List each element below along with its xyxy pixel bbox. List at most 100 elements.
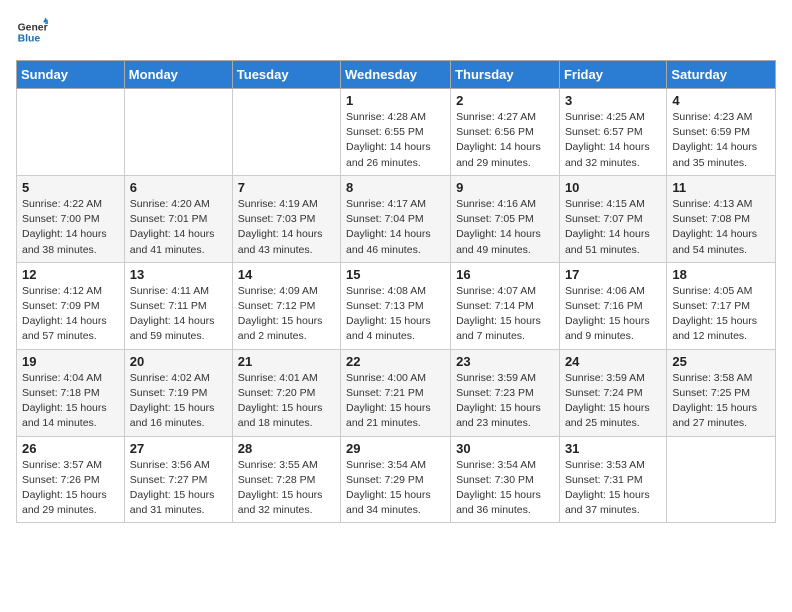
- day-number: 1: [346, 93, 445, 108]
- day-info: Sunrise: 4:17 AM Sunset: 7:04 PM Dayligh…: [346, 197, 445, 258]
- day-number: 7: [238, 180, 335, 195]
- day-info: Sunrise: 4:09 AM Sunset: 7:12 PM Dayligh…: [238, 284, 335, 345]
- day-number: 3: [565, 93, 661, 108]
- day-number: 11: [672, 180, 770, 195]
- calendar-cell: 23Sunrise: 3:59 AM Sunset: 7:23 PM Dayli…: [451, 349, 560, 436]
- day-info: Sunrise: 3:54 AM Sunset: 7:30 PM Dayligh…: [456, 458, 554, 519]
- calendar-cell: 24 Sunrise: 3:59 AM Sunset: 7:24 PM Dayli…: [559, 349, 666, 436]
- calendar-cell: 18Sunrise: 4:05 AM Sunset: 7:17 PM Dayli…: [667, 262, 776, 349]
- calendar-cell: 8 Sunrise: 4:17 AM Sunset: 7:04 PM Daylig…: [341, 175, 451, 262]
- day-info: Sunrise: 4:15 AM Sunset: 7:07 PM Dayligh…: [565, 197, 661, 258]
- calendar-cell: 27 Sunrise: 3:56 AM Sunset: 7:27 PM Dayli…: [124, 436, 232, 523]
- calendar-cell: 13 Sunrise: 4:11 AM Sunset: 7:11 PM Dayli…: [124, 262, 232, 349]
- calendar-cell: [232, 89, 340, 176]
- calendar-cell: [667, 436, 776, 523]
- day-number: 16: [456, 267, 554, 282]
- day-info: Sunrise: 3:58 AM Sunset: 7:25 PM Dayligh…: [672, 371, 770, 432]
- day-number: 6: [130, 180, 227, 195]
- calendar-cell: 16Sunrise: 4:07 AM Sunset: 7:14 PM Dayli…: [451, 262, 560, 349]
- calendar-cell: 7 Sunrise: 4:19 AM Sunset: 7:03 PM Daylig…: [232, 175, 340, 262]
- day-info: Sunrise: 4:06 AM Sunset: 7:16 PM Dayligh…: [565, 284, 661, 345]
- calendar-cell: 14Sunrise: 4:09 AM Sunset: 7:12 PM Dayli…: [232, 262, 340, 349]
- day-info: Sunrise: 4:00 AM Sunset: 7:21 PM Dayligh…: [346, 371, 445, 432]
- day-info: Sunrise: 3:59 AM Sunset: 7:24 PM Dayligh…: [565, 371, 661, 432]
- day-info: Sunrise: 4:22 AM Sunset: 7:00 PM Dayligh…: [22, 197, 119, 258]
- calendar-cell: 20 Sunrise: 4:02 AM Sunset: 7:19 PM Dayli…: [124, 349, 232, 436]
- logo: General Blue: [16, 16, 52, 48]
- svg-text:Blue: Blue: [18, 34, 41, 45]
- day-number: 8: [346, 180, 445, 195]
- day-info: Sunrise: 3:56 AM Sunset: 7:27 PM Dayligh…: [130, 458, 227, 519]
- column-header-friday: Friday: [559, 61, 666, 89]
- day-info: Sunrise: 4:28 AM Sunset: 6:55 PM Dayligh…: [346, 110, 445, 171]
- column-header-saturday: Saturday: [667, 61, 776, 89]
- calendar-cell: 21 Sunrise: 4:01 AM Sunset: 7:20 PM Dayli…: [232, 349, 340, 436]
- day-info: Sunrise: 4:13 AM Sunset: 7:08 PM Dayligh…: [672, 197, 770, 258]
- day-number: 13: [130, 267, 227, 282]
- column-header-thursday: Thursday: [451, 61, 560, 89]
- day-info: Sunrise: 4:27 AM Sunset: 6:56 PM Dayligh…: [456, 110, 554, 171]
- day-number: 10: [565, 180, 661, 195]
- calendar-cell: [17, 89, 125, 176]
- day-number: 25: [672, 354, 770, 369]
- calendar-header-row: SundayMondayTuesdayWednesdayThursdayFrid…: [17, 61, 776, 89]
- day-info: Sunrise: 4:11 AM Sunset: 7:11 PM Dayligh…: [130, 284, 227, 345]
- day-number: 18: [672, 267, 770, 282]
- calendar-cell: 3 Sunrise: 4:25 AM Sunset: 6:57 PM Daylig…: [559, 89, 666, 176]
- calendar-cell: 1 Sunrise: 4:28 AM Sunset: 6:55 PM Daylig…: [341, 89, 451, 176]
- day-number: 24: [565, 354, 661, 369]
- day-number: 27: [130, 441, 227, 456]
- day-info: Sunrise: 4:02 AM Sunset: 7:19 PM Dayligh…: [130, 371, 227, 432]
- day-number: 12: [22, 267, 119, 282]
- day-info: Sunrise: 3:53 AM Sunset: 7:31 PM Dayligh…: [565, 458, 661, 519]
- day-number: 2: [456, 93, 554, 108]
- calendar-cell: 12 Sunrise: 4:12 AM Sunset: 7:09 PM Dayli…: [17, 262, 125, 349]
- day-info: Sunrise: 4:12 AM Sunset: 7:09 PM Dayligh…: [22, 284, 119, 345]
- calendar-cell: 4Sunrise: 4:23 AM Sunset: 6:59 PM Daylig…: [667, 89, 776, 176]
- calendar-cell: 19 Sunrise: 4:04 AM Sunset: 7:18 PM Dayli…: [17, 349, 125, 436]
- calendar-cell: 31Sunrise: 3:53 AM Sunset: 7:31 PM Dayli…: [559, 436, 666, 523]
- calendar-cell: 10 Sunrise: 4:15 AM Sunset: 7:07 PM Dayli…: [559, 175, 666, 262]
- day-info: Sunrise: 4:04 AM Sunset: 7:18 PM Dayligh…: [22, 371, 119, 432]
- day-number: 19: [22, 354, 119, 369]
- calendar-cell: 29Sunrise: 3:54 AM Sunset: 7:29 PM Dayli…: [341, 436, 451, 523]
- day-number: 9: [456, 180, 554, 195]
- column-header-sunday: Sunday: [17, 61, 125, 89]
- day-number: 17: [565, 267, 661, 282]
- day-number: 20: [130, 354, 227, 369]
- day-number: 28: [238, 441, 335, 456]
- day-info: Sunrise: 3:57 AM Sunset: 7:26 PM Dayligh…: [22, 458, 119, 519]
- calendar-cell: 25 Sunrise: 3:58 AM Sunset: 7:25 PM Dayli…: [667, 349, 776, 436]
- calendar-cell: 6 Sunrise: 4:20 AM Sunset: 7:01 PM Daylig…: [124, 175, 232, 262]
- calendar-cell: 9 Sunrise: 4:16 AM Sunset: 7:05 PM Daylig…: [451, 175, 560, 262]
- page-header: General Blue: [16, 16, 776, 48]
- calendar-cell: 2 Sunrise: 4:27 AM Sunset: 6:56 PM Daylig…: [451, 89, 560, 176]
- calendar-cell: 26 Sunrise: 3:57 AM Sunset: 7:26 PM Dayli…: [17, 436, 125, 523]
- day-number: 22: [346, 354, 445, 369]
- day-info: Sunrise: 3:54 AM Sunset: 7:29 PM Dayligh…: [346, 458, 445, 519]
- calendar-cell: 30 Sunrise: 3:54 AM Sunset: 7:30 PM Dayli…: [451, 436, 560, 523]
- column-header-tuesday: Tuesday: [232, 61, 340, 89]
- day-info: Sunrise: 4:19 AM Sunset: 7:03 PM Dayligh…: [238, 197, 335, 258]
- day-info: Sunrise: 4:08 AM Sunset: 7:13 PM Dayligh…: [346, 284, 445, 345]
- column-header-wednesday: Wednesday: [341, 61, 451, 89]
- day-info: Sunrise: 4:16 AM Sunset: 7:05 PM Dayligh…: [456, 197, 554, 258]
- day-number: 21: [238, 354, 335, 369]
- svg-text:General: General: [18, 22, 48, 33]
- calendar-cell: 11 Sunrise: 4:13 AM Sunset: 7:08 PM Dayli…: [667, 175, 776, 262]
- day-number: 4: [672, 93, 770, 108]
- day-info: Sunrise: 4:01 AM Sunset: 7:20 PM Dayligh…: [238, 371, 335, 432]
- day-info: Sunrise: 4:25 AM Sunset: 6:57 PM Dayligh…: [565, 110, 661, 171]
- day-info: Sunrise: 3:59 AM Sunset: 7:23 PM Dayligh…: [456, 371, 554, 432]
- day-info: Sunrise: 4:20 AM Sunset: 7:01 PM Dayligh…: [130, 197, 227, 258]
- calendar-cell: 22 Sunrise: 4:00 AM Sunset: 7:21 PM Dayli…: [341, 349, 451, 436]
- day-number: 26: [22, 441, 119, 456]
- calendar-week-row: 1 Sunrise: 4:28 AM Sunset: 6:55 PM Daylig…: [17, 89, 776, 176]
- calendar-cell: 17 Sunrise: 4:06 AM Sunset: 7:16 PM Dayli…: [559, 262, 666, 349]
- calendar-week-row: 12 Sunrise: 4:12 AM Sunset: 7:09 PM Dayli…: [17, 262, 776, 349]
- calendar-cell: 5Sunrise: 4:22 AM Sunset: 7:00 PM Daylig…: [17, 175, 125, 262]
- day-number: 30: [456, 441, 554, 456]
- column-header-monday: Monday: [124, 61, 232, 89]
- calendar-cell: 28Sunrise: 3:55 AM Sunset: 7:28 PM Dayli…: [232, 436, 340, 523]
- calendar-week-row: 26 Sunrise: 3:57 AM Sunset: 7:26 PM Dayli…: [17, 436, 776, 523]
